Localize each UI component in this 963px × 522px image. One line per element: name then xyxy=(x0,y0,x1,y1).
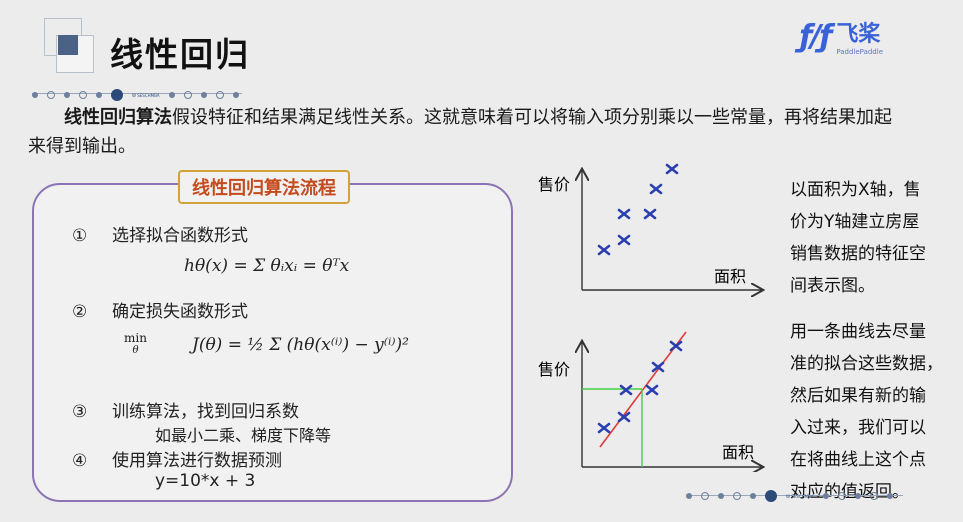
brand-subtitle: PaddlePaddle xyxy=(836,48,883,56)
step-3: ③ 训练算法，找到回归系数 xyxy=(72,397,299,422)
intro-bold: 线性回归算法 xyxy=(64,107,172,128)
step-4-label: 使用算法进行数据预测 xyxy=(112,451,282,471)
loss-min-operator: min θ xyxy=(124,331,147,356)
step-3-detail: 如最小二乘、梯度下降等 xyxy=(155,426,332,445)
hypothesis-formula: hθ(x) = Σ θᵢxᵢ = θᵀx xyxy=(184,256,350,276)
intro-paragraph: 线性回归算法假设特征和结果满足线性关系。这就意味着可以将输入项分别乘以一些常量，… xyxy=(28,103,908,161)
paddle-mark-icon: ƒ/ƒ xyxy=(799,18,832,54)
step-3-label: 训练算法，找到回归系数 xyxy=(112,402,299,422)
data-point xyxy=(617,208,631,220)
data-point xyxy=(597,244,611,256)
plot-2-description: 用一条曲线去尽量 准的拟合这些数据， 然后如果有新的输 入过来，我们可以 在将曲… xyxy=(790,322,943,502)
step-1-number: ① xyxy=(72,226,88,246)
flow-panel-title: 线性回归算法流程 xyxy=(178,170,350,204)
y-axis-label: 售价 xyxy=(538,360,570,379)
data-point xyxy=(669,340,683,352)
data-point xyxy=(645,384,659,396)
plot-1-description: 以面积为X轴，售 价为Y轴建立房屋 销售数据的特征空 间表示图。 xyxy=(790,180,926,296)
header-progress-dots: W SESCHMBA xyxy=(32,89,239,101)
step-1-label: 选择拟合函数形式 xyxy=(112,226,248,246)
data-markers xyxy=(597,163,679,256)
data-point xyxy=(617,234,631,246)
loss-formula: J(θ) = ½ Σ (hθ(x⁽ⁱ⁾) − y⁽ⁱ⁾)² xyxy=(192,335,409,355)
step-4-example: y=10*x + 3 xyxy=(155,471,256,491)
data-point xyxy=(665,163,679,175)
step-3-number: ③ xyxy=(72,402,88,422)
scatter-plot-1: 售价 面积 xyxy=(538,163,770,300)
x-axis-label: 面积 xyxy=(722,443,754,462)
step-2-number: ② xyxy=(72,302,88,322)
step-4: ④ 使用算法进行数据预测 xyxy=(72,446,282,471)
data-point xyxy=(643,208,657,220)
page-title: 线性回归 xyxy=(110,35,250,74)
x-axis-label: 面积 xyxy=(714,267,746,286)
step-2: ② 确定损失函数形式 xyxy=(72,297,248,322)
data-point xyxy=(619,384,633,396)
data-point xyxy=(649,183,663,195)
paddlepaddle-logo: ƒ/ƒ 飞桨 PaddlePaddle xyxy=(799,16,883,57)
step-4-number: ④ xyxy=(72,451,88,471)
y-axis-label: 售价 xyxy=(538,175,570,194)
brand-name: 飞桨 xyxy=(836,22,881,47)
data-point xyxy=(597,422,611,434)
regression-plot: 售价 面积 xyxy=(538,331,770,472)
step-1: ① 选择拟合函数形式 xyxy=(72,221,248,246)
footer-progress-dots: W SESCHMBA xyxy=(686,490,893,502)
step-2-label: 确定损失函数形式 xyxy=(112,302,248,322)
